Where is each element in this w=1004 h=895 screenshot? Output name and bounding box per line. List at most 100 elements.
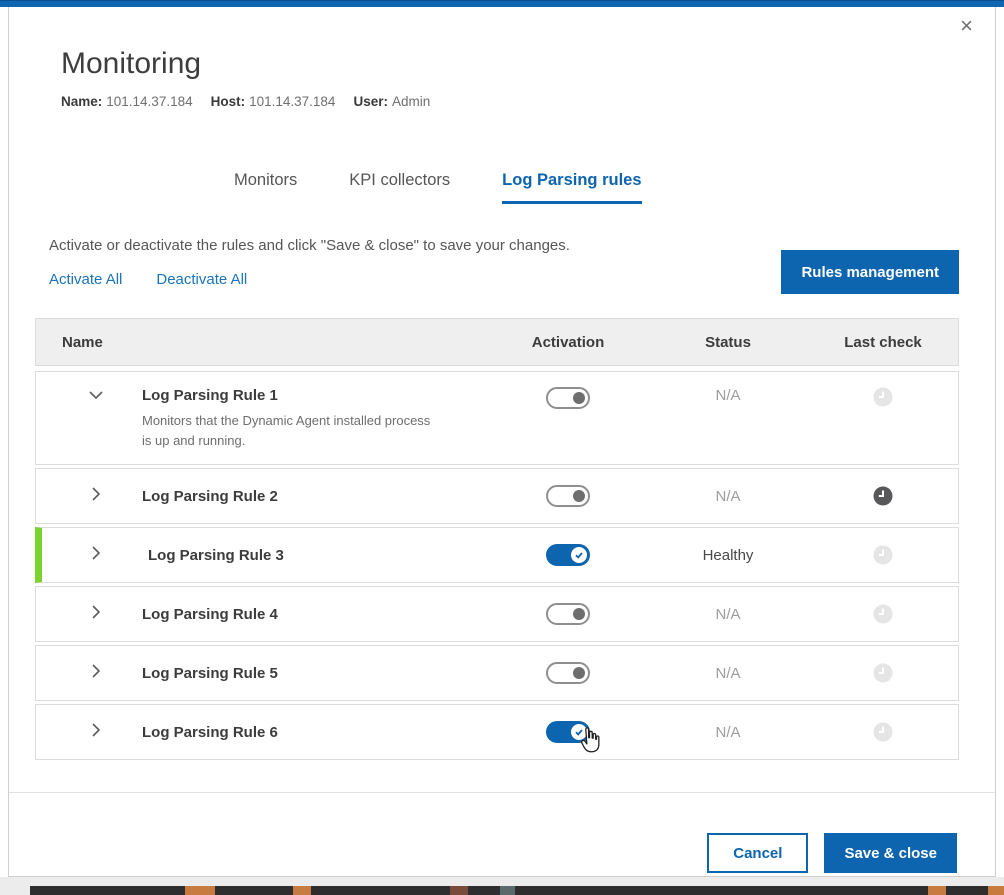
activation-toggle[interactable] <box>546 662 590 684</box>
activation-cell <box>488 544 648 566</box>
toggle-knob <box>573 608 585 620</box>
table-header: Name Activation Status Last check <box>35 318 959 366</box>
toggle-knob <box>571 547 587 563</box>
activation-cell <box>488 387 648 409</box>
rule-status: N/A <box>648 488 808 505</box>
chevron-right-icon <box>88 604 104 620</box>
rule-name-cell: Log Parsing Rule 5 <box>142 665 488 682</box>
page-top-accent-bar <box>0 0 1004 7</box>
last-check-cell <box>808 604 958 624</box>
activation-toggle[interactable] <box>546 485 590 507</box>
chevron-right-icon <box>88 722 104 738</box>
activation-toggle[interactable] <box>546 544 590 566</box>
meta-name: Name:101.14.37.184 <box>61 94 193 109</box>
last-check-cell <box>808 545 958 565</box>
column-header-name: Name <box>36 334 488 351</box>
taskbar-segment <box>500 886 515 895</box>
rule-name-cell: Log Parsing Rule 3 <box>148 547 488 564</box>
rule-status: Healthy <box>648 547 808 564</box>
rule-name: Log Parsing Rule 6 <box>142 724 488 741</box>
meta-host: Host:101.14.37.184 <box>211 94 336 109</box>
monitoring-dialog: × Monitoring Name:101.14.37.184 Host:101… <box>8 7 996 877</box>
activation-toggle[interactable] <box>546 387 590 409</box>
rule-status: N/A <box>648 724 808 741</box>
tab-log-parsing-rules[interactable]: Log Parsing rules <box>502 171 641 204</box>
rule-status: N/A <box>648 606 808 623</box>
column-header-activation: Activation <box>488 334 648 351</box>
dialog-header: Monitoring Name:101.14.37.184 Host:101.1… <box>61 47 430 109</box>
chevron-right-icon <box>88 486 104 502</box>
rule-name-cell: Log Parsing Rule 2 <box>142 488 488 505</box>
activation-toggle[interactable] <box>546 603 590 625</box>
rule-name: Log Parsing Rule 2 <box>142 488 488 505</box>
rule-name-cell: Log Parsing Rule 1 Monitors that the Dyna… <box>142 387 488 450</box>
toggle-knob <box>573 667 585 679</box>
clock-icon <box>873 663 893 683</box>
rule-name-cell: Log Parsing Rule 6 <box>142 724 488 741</box>
table-row: Log Parsing Rule 6 N/A <box>35 704 959 760</box>
tab-monitors[interactable]: Monitors <box>234 171 297 204</box>
deactivate-all-link[interactable]: Deactivate All <box>156 271 247 288</box>
expand-row-button[interactable] <box>36 604 142 625</box>
close-icon[interactable]: × <box>960 15 973 37</box>
clock-icon <box>873 604 893 624</box>
rules-management-button[interactable]: Rules management <box>781 250 959 294</box>
tab-bar: Monitors KPI collectors Log Parsing rule… <box>234 171 642 204</box>
clock-icon <box>873 387 893 407</box>
rules-table-body: Log Parsing Rule 1 Monitors that the Dyna… <box>35 371 959 760</box>
expand-row-button[interactable] <box>36 722 142 743</box>
taskbar-segment <box>450 886 468 895</box>
toggle-knob <box>573 490 585 502</box>
tab-kpi-collectors[interactable]: KPI collectors <box>349 171 450 204</box>
rule-status: N/A <box>648 387 808 404</box>
chevron-down-icon <box>88 387 104 403</box>
page-title: Monitoring <box>61 47 430 81</box>
last-check-cell <box>808 663 958 683</box>
background-taskbar <box>30 886 1004 895</box>
rules-toolbar: Activate or deactivate the rules and cli… <box>35 237 959 288</box>
check-icon <box>574 550 584 560</box>
rule-name: Log Parsing Rule 4 <box>142 606 488 623</box>
rule-name: Log Parsing Rule 1 <box>142 387 488 404</box>
rules-table: Name Activation Status Last check Log Pa… <box>35 318 959 763</box>
toggle-knob <box>571 724 587 740</box>
activation-cell <box>488 603 648 625</box>
last-check-cell <box>808 486 958 506</box>
check-icon <box>574 727 584 737</box>
taskbar-segment <box>988 886 1004 895</box>
cancel-button[interactable]: Cancel <box>707 833 808 873</box>
save-close-button[interactable]: Save & close <box>824 833 957 873</box>
expand-row-button[interactable] <box>36 387 142 408</box>
last-check-cell <box>808 722 958 742</box>
chevron-right-icon <box>88 545 104 561</box>
meta-user: User:Admin <box>353 94 430 109</box>
activation-cell <box>488 662 648 684</box>
expand-row-button[interactable] <box>36 486 142 507</box>
rule-name: Log Parsing Rule 5 <box>142 665 488 682</box>
clock-icon <box>873 545 893 565</box>
table-row: Log Parsing Rule 3 Healthy <box>35 527 959 583</box>
last-check-cell <box>808 387 958 407</box>
column-header-last-check: Last check <box>808 334 958 351</box>
expand-row-button[interactable] <box>42 545 148 566</box>
taskbar-segment <box>928 886 946 895</box>
activation-cell <box>488 721 648 743</box>
rule-name-cell: Log Parsing Rule 4 <box>142 606 488 623</box>
activate-all-link[interactable]: Activate All <box>49 271 122 288</box>
clock-icon <box>873 486 893 506</box>
table-row: Log Parsing Rule 2 N/A <box>35 468 959 524</box>
clock-icon <box>873 722 893 742</box>
rule-description: Monitors that the Dynamic Agent installe… <box>142 411 437 450</box>
rule-name: Log Parsing Rule 3 <box>148 547 488 564</box>
activation-toggle[interactable] <box>546 721 590 743</box>
taskbar-segment <box>293 886 311 895</box>
table-row: Log Parsing Rule 5 N/A <box>35 645 959 701</box>
table-row: Log Parsing Rule 1 Monitors that the Dyna… <box>35 371 959 465</box>
activation-cell <box>488 485 648 507</box>
expand-row-button[interactable] <box>36 663 142 684</box>
taskbar-segment <box>185 886 215 895</box>
table-row: Log Parsing Rule 4 N/A <box>35 586 959 642</box>
dialog-footer: Cancel Save & close <box>9 792 995 876</box>
toggle-knob <box>573 392 585 404</box>
rule-status: N/A <box>648 665 808 682</box>
